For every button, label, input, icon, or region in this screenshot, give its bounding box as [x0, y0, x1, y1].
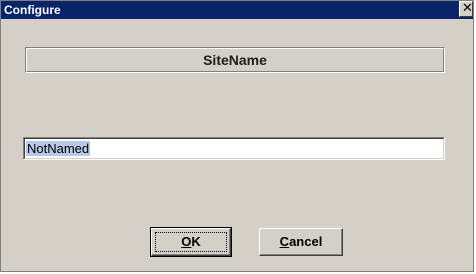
window-title: Configure — [4, 3, 61, 17]
cancel-mnemonic: C — [279, 234, 290, 249]
cancel-button-label: Cancel — [260, 234, 342, 249]
close-icon: ✕ — [462, 1, 473, 16]
site-name-label: SiteName — [203, 52, 267, 68]
close-button[interactable]: ✕ — [459, 1, 473, 17]
site-name-header: SiteName — [25, 47, 445, 73]
cancel-button[interactable]: Cancel — [259, 228, 343, 256]
title-bar[interactable]: Configure ✕ — [1, 1, 473, 19]
ok-button-label: OK — [152, 234, 230, 249]
configure-dialog: Configure ✕ SiteName NotNamed OK Cancel — [0, 0, 474, 272]
cancel-label-rest: ancel — [289, 234, 323, 249]
site-name-input-value[interactable]: NotNamed — [26, 141, 91, 156]
site-name-input[interactable]: NotNamed — [23, 137, 445, 160]
ok-label-rest: K — [191, 234, 201, 249]
ok-button[interactable]: OK — [150, 227, 232, 257]
ok-mnemonic: O — [181, 234, 192, 249]
